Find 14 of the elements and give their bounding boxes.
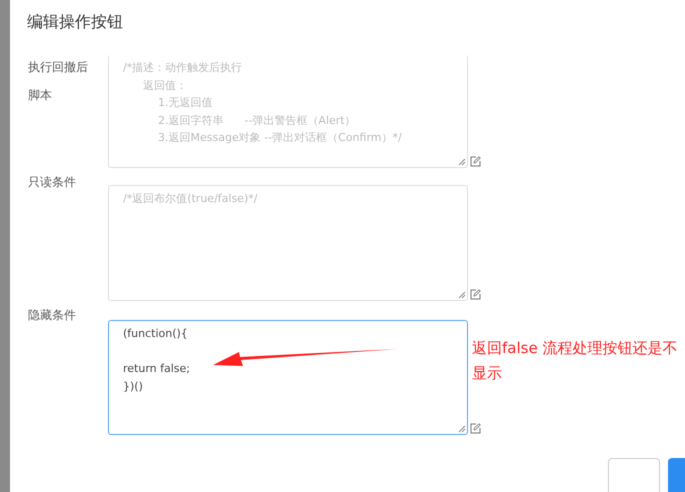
resize-grip-icon[interactable] bbox=[458, 425, 466, 433]
field-label: 执行回撤后脚本 bbox=[27, 59, 89, 104]
resize-grip-icon[interactable] bbox=[458, 158, 466, 166]
input-field[interactable]: /*返回布尔值(true/false)*/ bbox=[108, 185, 468, 301]
input-field[interactable]: (function(){ return false; })() bbox=[108, 320, 468, 435]
edit-icon[interactable] bbox=[470, 156, 481, 167]
resize-grip-icon[interactable] bbox=[458, 291, 466, 299]
dialog-title: 编辑操作按钮 bbox=[27, 11, 123, 33]
field-label: 只读条件 bbox=[27, 174, 77, 191]
edit-icon[interactable] bbox=[470, 423, 481, 434]
input-field[interactable]: /*描述：动作触发后执行 返回值： 1.无返回值 2.返回字符串 --弹出警告框（Alert） 3.返回Message对象 --弹出对话框（Confirm）*/ bbox=[108, 55, 468, 168]
field-label: 隐藏条件 bbox=[27, 307, 77, 324]
annotation-text: 返回false 流程处理按钮还是不显示 bbox=[472, 338, 678, 384]
edit-icon[interactable] bbox=[470, 289, 481, 300]
